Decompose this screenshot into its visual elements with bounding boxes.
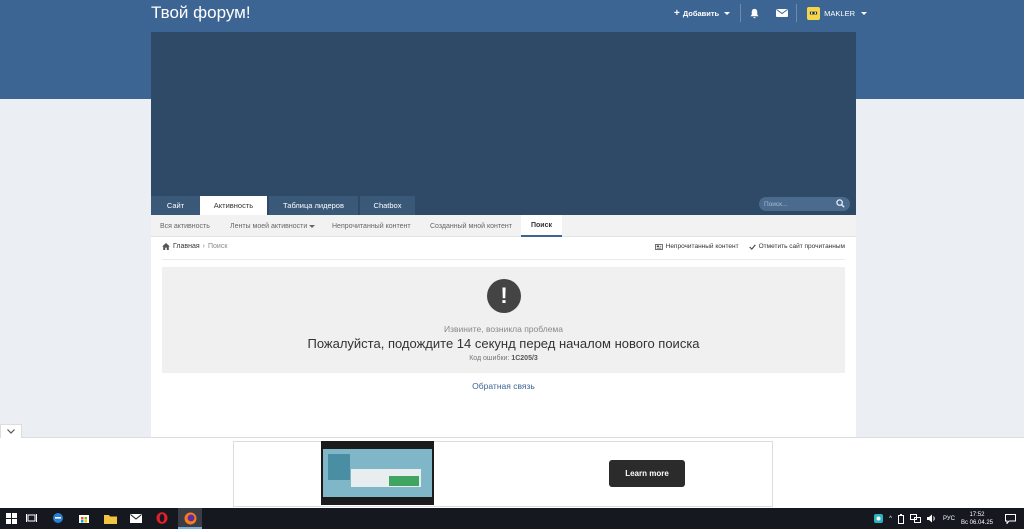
error-code-label: Код ошибки: [469, 355, 510, 362]
taskbar: ^ РУС 17:52 Вс 06.04.25 [0, 508, 1024, 529]
system-tray: ^ РУС 17:52 Вс 06.04.25 [874, 508, 1024, 529]
windows-start-icon[interactable] [4, 511, 18, 525]
search-input[interactable]: Поиск... [759, 197, 850, 211]
divider [162, 259, 845, 260]
subnav-all-activity[interactable]: Вся активность [160, 215, 210, 237]
subnav-my-streams[interactable]: Ленты моей активности [230, 215, 316, 237]
language-indicator[interactable]: РУС [943, 516, 955, 522]
caret-down-icon [724, 11, 731, 15]
mark-site-read-label: Отметить сайт прочитанным [758, 243, 845, 250]
firefox-icon[interactable] [183, 511, 197, 525]
breadcrumb-current: Поиск [208, 243, 228, 250]
clock-time: 17:52 [969, 511, 985, 518]
subnav-my-content[interactable]: Созданный мной контент [430, 215, 512, 237]
error-subtitle: Извините, возникла проблема [443, 324, 564, 334]
unread-content-link[interactable]: Непрочитанный контент [654, 243, 739, 250]
subnav-unread[interactable]: Непрочитанный контент [332, 215, 411, 237]
bell-icon[interactable] [749, 8, 760, 19]
user-links: + Добавить MAKLER [668, 0, 868, 26]
check-icon [748, 244, 756, 250]
volume-icon[interactable] [926, 514, 937, 523]
battery-icon[interactable] [897, 513, 904, 524]
search-placeholder: Поиск... [764, 200, 788, 208]
user-menu[interactable]: MAKLER [797, 6, 868, 20]
feedback-link[interactable]: Обратная связь [151, 381, 856, 391]
subnav-search[interactable]: Поиск [521, 215, 562, 237]
error-message-box: ! Извините, возникла проблема Пожалуйста… [162, 267, 845, 373]
caret-down-icon [861, 11, 868, 15]
search-icon[interactable] [836, 199, 845, 210]
learn-more-button[interactable]: Learn more [609, 460, 685, 487]
avatar [807, 6, 821, 20]
add-button[interactable]: + Добавить [668, 8, 740, 19]
task-view-icon[interactable] [24, 511, 38, 525]
mark-site-read-link[interactable]: Отметить сайт прочитанным [748, 243, 845, 250]
site-title[interactable]: Твой форум! [151, 3, 251, 23]
add-label: Добавить [682, 8, 720, 18]
collapse-ad-button[interactable] [0, 424, 22, 438]
error-code-value: 1C205/3 [511, 355, 538, 362]
breadcrumb-home[interactable]: Главная [173, 243, 200, 250]
ad-image-shape [389, 476, 419, 486]
header-banner [151, 32, 856, 215]
newspaper-icon [654, 243, 663, 250]
breadcrumb: Главная › Поиск [162, 243, 227, 250]
error-code: Код ошибки: 1C205/3 [162, 355, 845, 362]
folder-icon[interactable] [103, 511, 117, 525]
network-icon[interactable] [909, 514, 921, 523]
chevron-up-icon[interactable]: ^ [889, 516, 892, 522]
divider [740, 4, 742, 22]
app-tray-icon[interactable] [874, 514, 884, 523]
tab-leaderboard[interactable]: Таблица лидеров [269, 196, 358, 215]
ad-image [323, 449, 432, 497]
ad-video-thumbnail[interactable] [321, 441, 434, 505]
notifications-icon[interactable] [1005, 513, 1016, 524]
mail-app-icon[interactable] [129, 511, 143, 525]
tab-activity[interactable]: Активность [200, 196, 267, 215]
mail-icon[interactable] [776, 8, 789, 18]
store-icon[interactable] [77, 511, 91, 525]
ad-image-shape [328, 454, 350, 480]
plus-icon: + [674, 7, 680, 19]
exclamation-icon: ! [487, 279, 521, 313]
tab-site[interactable]: Сайт [151, 196, 200, 215]
page-actions: Непрочитанный контент Отметить сайт проч… [654, 243, 845, 250]
ad-banner[interactable] [233, 441, 773, 507]
opera-icon[interactable] [155, 511, 169, 525]
username: MAKLER [824, 8, 856, 18]
home-icon [162, 243, 170, 250]
unread-content-label: Непрочитанный контент [665, 243, 739, 250]
tab-chatbox[interactable]: Chatbox [360, 196, 415, 215]
chevron-right-icon: › [202, 243, 205, 250]
subnav-my-streams-label: Ленты моей активности [230, 222, 308, 230]
sub-navigation: Вся активность Ленты моей активности Неп… [151, 215, 856, 237]
error-message: Пожалуйста, подождите 14 секунд перед на… [307, 336, 700, 351]
edge-icon[interactable] [51, 511, 65, 525]
chevron-down-icon [7, 429, 15, 434]
caret-down-icon [309, 224, 316, 228]
clock-date: Вс 06.04.25 [960, 519, 993, 526]
clock[interactable]: 17:52 Вс 06.04.25 [961, 511, 993, 527]
